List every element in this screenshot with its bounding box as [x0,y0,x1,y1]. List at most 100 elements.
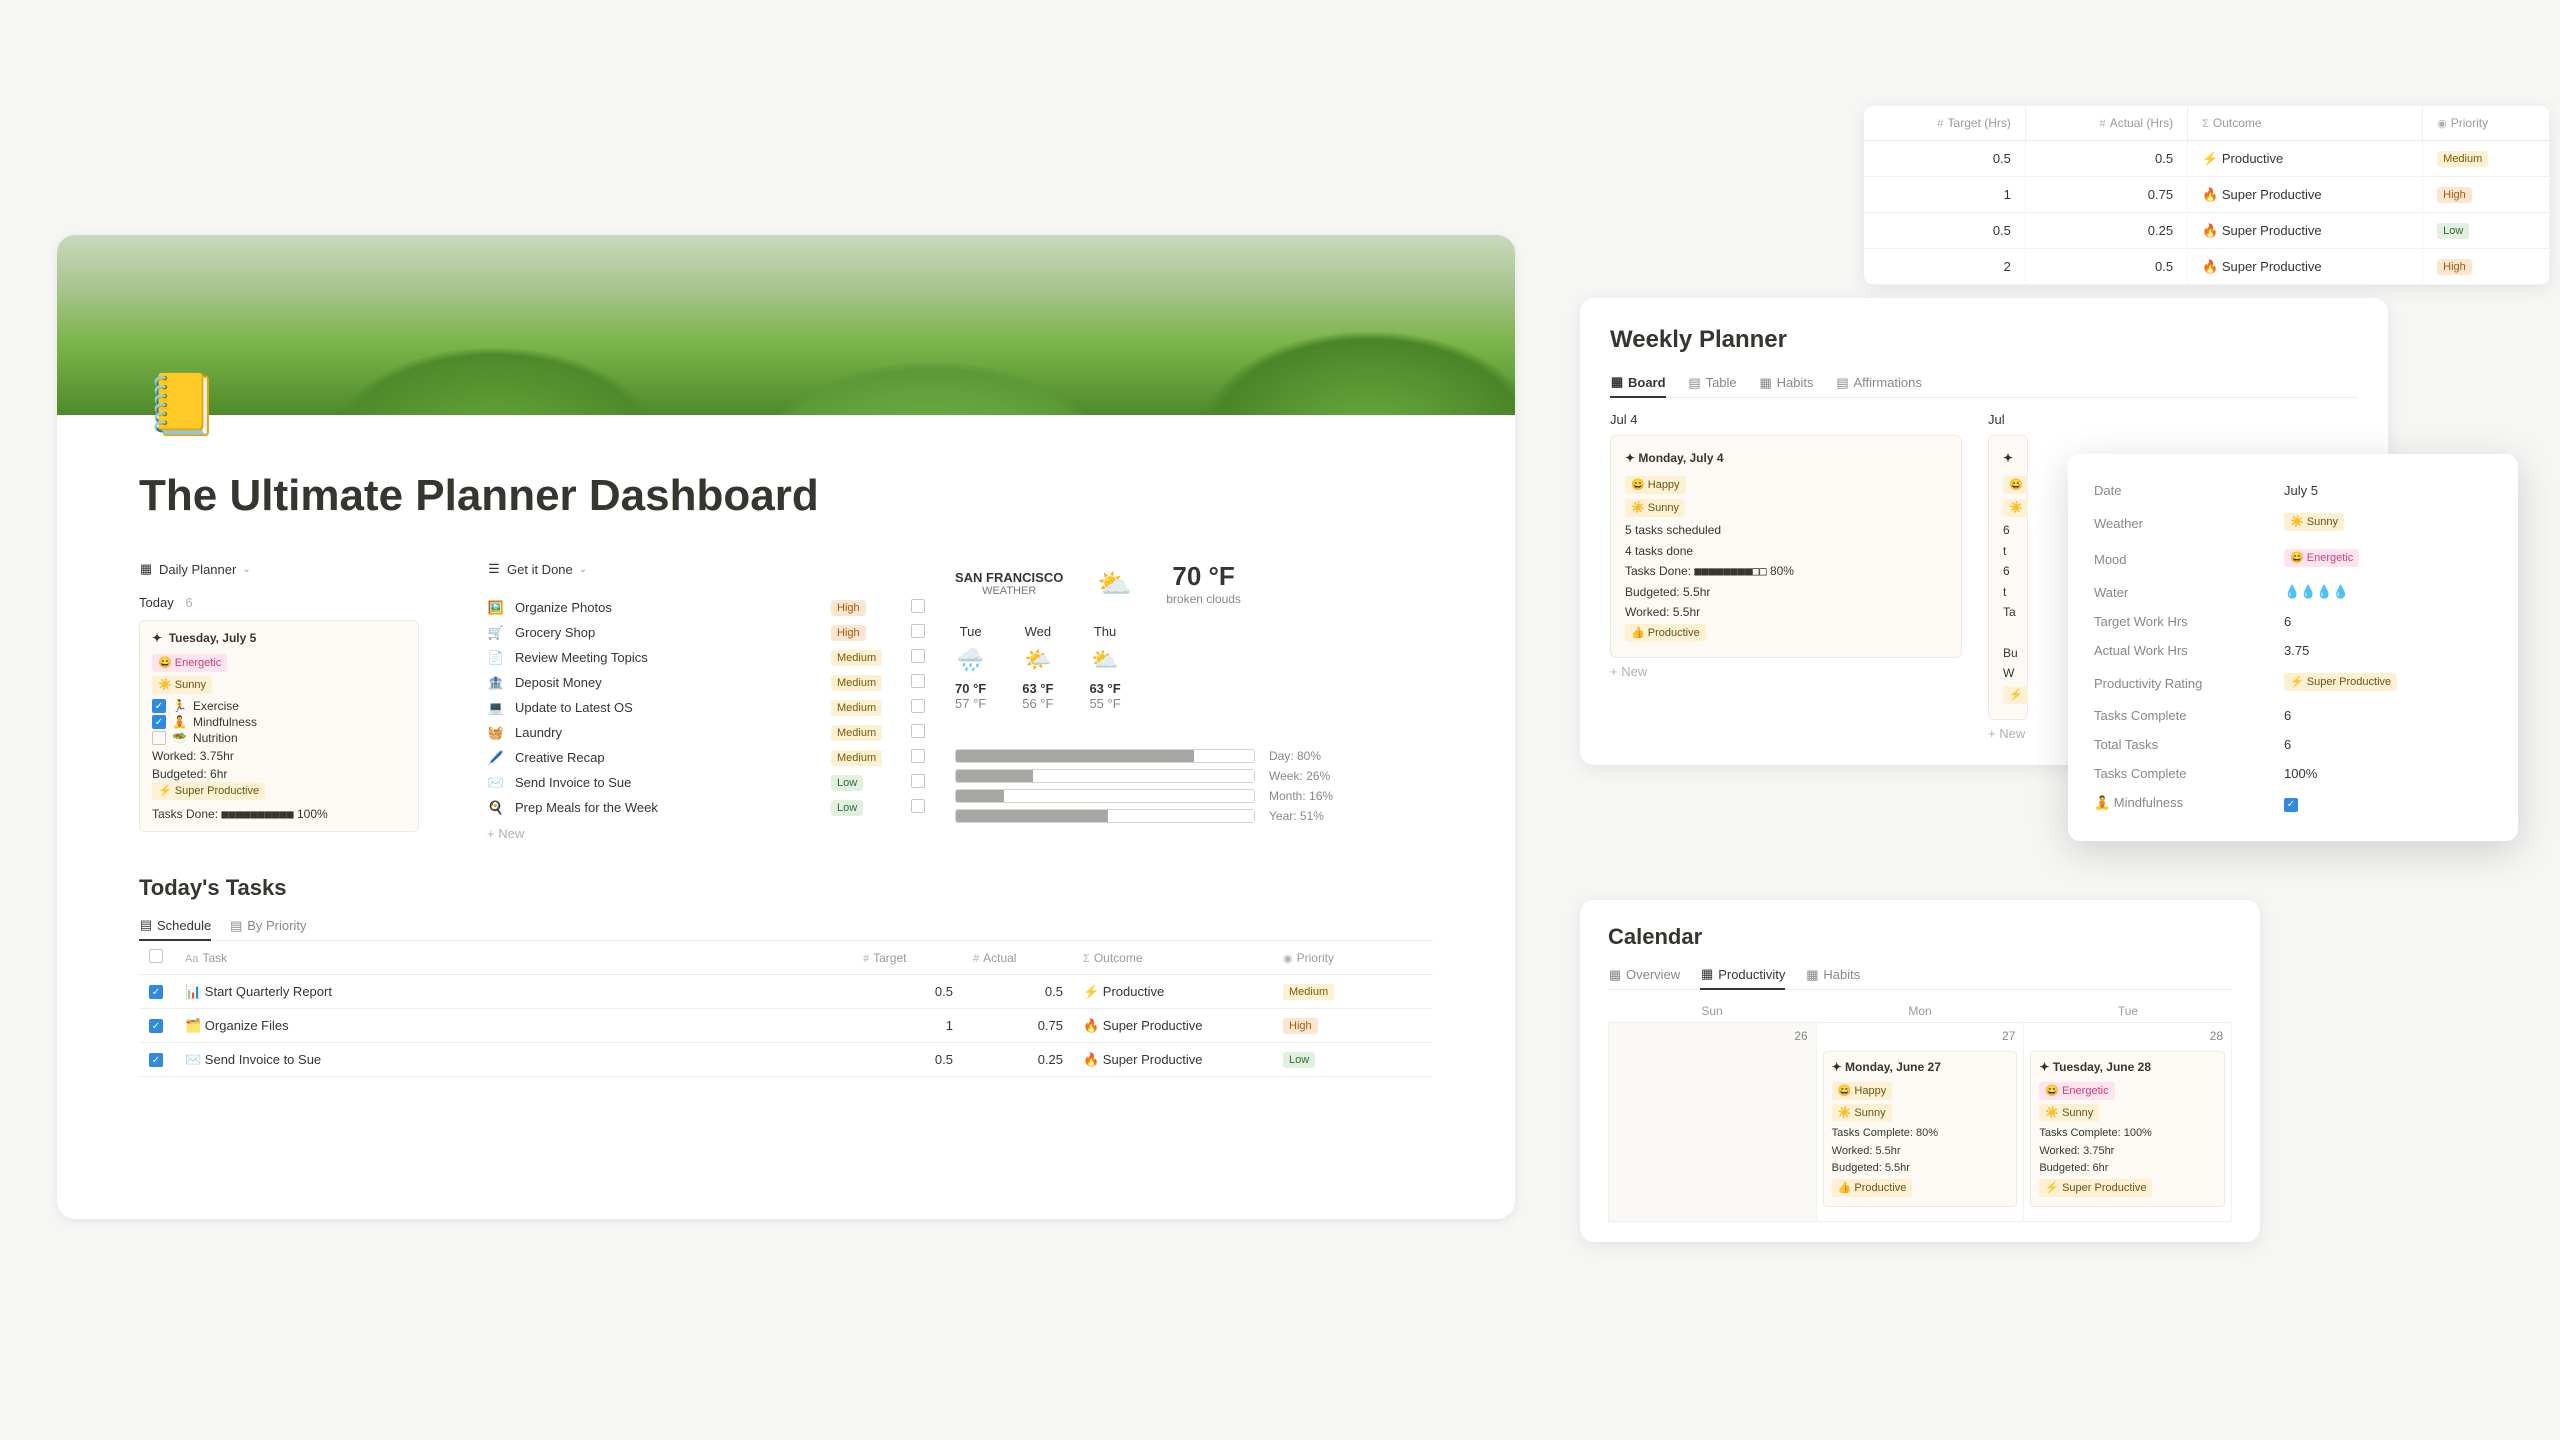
forecast-low: 56 °F [1022,696,1053,711]
weekly-column: Jul 4✦ Monday, July 4😄 Happy☀️ Sunny5 ta… [1610,412,1962,741]
daily-card[interactable]: ✦ Tuesday, July 5 😄 Energetic ☀️ Sunny ✓… [139,620,419,832]
progress-track [955,789,1255,803]
progress-bar: Month: 16% [955,789,1433,803]
gid-item[interactable]: 🖼️Organize PhotosHigh [487,595,927,620]
checkbox-icon[interactable] [152,731,166,745]
priority-badge: High [831,625,866,641]
today-count: 6 [185,595,192,610]
tab-affirmations[interactable]: ▤Affirmations [1836,368,1922,397]
table-row[interactable]: 0.50.25🔥 Super ProductiveLow [1864,213,2550,249]
task-checkbox[interactable] [911,674,925,688]
task-text: Grocery Shop [515,625,821,640]
priority-cell: Low [2423,213,2550,249]
habit-item[interactable]: ✓🧘Mindfulness [152,715,406,729]
gid-item[interactable]: 💻Update to Latest OSMedium [487,695,927,720]
habit-emoji: 🥗 [172,731,187,745]
new-task-button[interactable]: + New [487,826,955,841]
row-checkbox[interactable]: ✓ [149,1019,163,1033]
task-checkbox[interactable] [911,724,925,738]
calendar-event[interactable]: ✦ Tuesday, June 28😄 Energetic☀️ SunnyTas… [2030,1051,2225,1207]
habit-item[interactable]: 🥗Nutrition [152,731,406,745]
detail-value: 6 [2284,614,2291,629]
gid-item[interactable]: ✉️Send Invoice to SueLow [487,770,927,795]
forecast-high: 63 °F [1089,681,1120,696]
calendar-cell[interactable]: 28✦ Tuesday, June 28😄 Energetic☀️ SunnyT… [2024,1022,2232,1222]
tab-habits-cal[interactable]: ▦Habits [1805,960,1860,989]
row-checkbox[interactable]: ✓ [149,985,163,999]
number-icon: # [863,953,869,965]
weekly-line: Worked: 5.5hr [1625,602,1947,622]
weekly-card[interactable]: ✦ Monday, July 4😄 Happy☀️ Sunny5 tasks s… [1610,435,1962,658]
task-checkbox[interactable] [911,749,925,763]
chevron-down-icon: ⌄ [579,564,587,575]
tab-table[interactable]: ▤Table [1688,368,1737,397]
gid-item[interactable]: 🍳Prep Meals for the WeekLow [487,795,927,820]
number-icon: # [973,953,979,965]
task-emoji: 📄 [487,650,505,666]
table-row[interactable]: ✓✉️ Send Invoice to Sue0.50.25🔥 Super Pr… [139,1043,1433,1077]
table-row[interactable]: 0.50.5⚡ ProductiveMedium [1864,141,2550,177]
outcome-cell: ⚡ Productive [2188,141,2423,177]
task-checkbox[interactable] [911,774,925,788]
checkbox-icon[interactable]: ✓ [152,715,166,729]
table-row[interactable]: ✓📊 Start Quarterly Report0.50.5⚡ Product… [139,975,1433,1009]
calendar-day-header: Tue [2024,1000,2232,1022]
detail-row: Weather☀️ Sunny [2094,505,2492,541]
select-all-checkbox[interactable] [149,949,163,963]
progress-label: Day: 80% [1269,749,1321,763]
task-checkbox[interactable] [911,624,925,638]
detail-row: Actual Work Hrs3.75 [2094,636,2492,665]
table-row[interactable]: 20.5🔥 Super ProductiveHigh [1864,249,2550,285]
calendar-cell[interactable]: 27 ✦ Monday, June 27😄 Happy☀️ SunnyTasks … [1817,1022,2025,1222]
tab-productivity[interactable]: ▦Productivity [1700,960,1785,990]
number-icon: # [2100,118,2106,130]
weekly-line: W [2003,663,2013,683]
gid-item[interactable]: 🧺LaundryMedium [487,720,927,745]
row-checkbox[interactable]: ✓ [149,1053,163,1067]
gid-item[interactable]: 📄Review Meeting TopicsMedium [487,645,927,670]
table-row[interactable]: 10.75🔥 Super ProductiveHigh [1864,177,2550,213]
calendar-date-number: 27 [2002,1029,2015,1043]
priority-cell: High [2423,249,2550,285]
gid-item[interactable]: 🏦Deposit MoneyMedium [487,670,927,695]
tasks-table: AaTask #Target #Actual ΣOutcome ◉Priorit… [139,941,1433,1077]
task-checkbox[interactable] [911,799,925,813]
calendar-event[interactable]: ✦ Monday, June 27😄 Happy☀️ SunnyTasks Co… [1823,1051,2018,1207]
page-icon[interactable]: 📒 [145,375,215,445]
new-card-button[interactable]: + New [1610,664,1962,679]
tab-by-priority[interactable]: ▤By Priority [229,911,306,940]
tab-schedule[interactable]: ▤Schedule [139,911,211,941]
list-icon: ☰ [487,561,501,577]
detail-row: Productivity Rating⚡ Super Productive [2094,665,2492,701]
task-cell: ✉️ Send Invoice to Sue [175,1043,853,1077]
priority-badge: Medium [831,675,882,691]
table-row[interactable]: ✓🗂️ Organize Files10.75🔥 Super Productiv… [139,1009,1433,1043]
detail-checkbox[interactable]: ✓ [2284,798,2298,812]
task-text: Prep Meals for the Week [515,800,821,815]
detail-row: Tasks Complete100% [2094,759,2492,788]
detail-key: Mood [2094,552,2284,567]
calendar-cell[interactable]: 26 [1608,1022,1817,1222]
forecast-high: 70 °F [955,681,986,696]
actual-cell: 0.25 [2025,213,2187,249]
task-checkbox[interactable] [911,699,925,713]
task-checkbox[interactable] [911,599,925,613]
tab-board[interactable]: ▦Board [1610,368,1666,398]
gid-item[interactable]: 🛒Grocery ShopHigh [487,620,927,645]
target-cell: 0.5 [1864,213,2025,249]
weekly-card[interactable]: ✦😄☀️6 t6 tTa BuW⚡ [1988,435,2028,720]
get-it-done-toggle[interactable]: ☰ Get it Done ⌄ [487,561,587,577]
forecast-icon: 🌧️ [955,647,986,673]
tab-habits[interactable]: ▦Habits [1759,368,1814,397]
priority-cell: Medium [1273,975,1433,1009]
new-card-button[interactable]: + New [1988,726,2028,741]
target-cell: 0.5 [1864,141,2025,177]
checkbox-icon[interactable]: ✓ [152,699,166,713]
gid-item[interactable]: 🖊️Creative RecapMedium [487,745,927,770]
tab-overview[interactable]: ▦Overview [1608,960,1680,989]
weather-pill: ☀️ Sunny [152,676,212,694]
weather-pill: ☀️ Sunny [1832,1104,1892,1122]
daily-planner-toggle[interactable]: ▦ Daily Planner ⌄ [139,561,251,577]
habit-item[interactable]: ✓🏃Exercise [152,699,406,713]
task-checkbox[interactable] [911,649,925,663]
